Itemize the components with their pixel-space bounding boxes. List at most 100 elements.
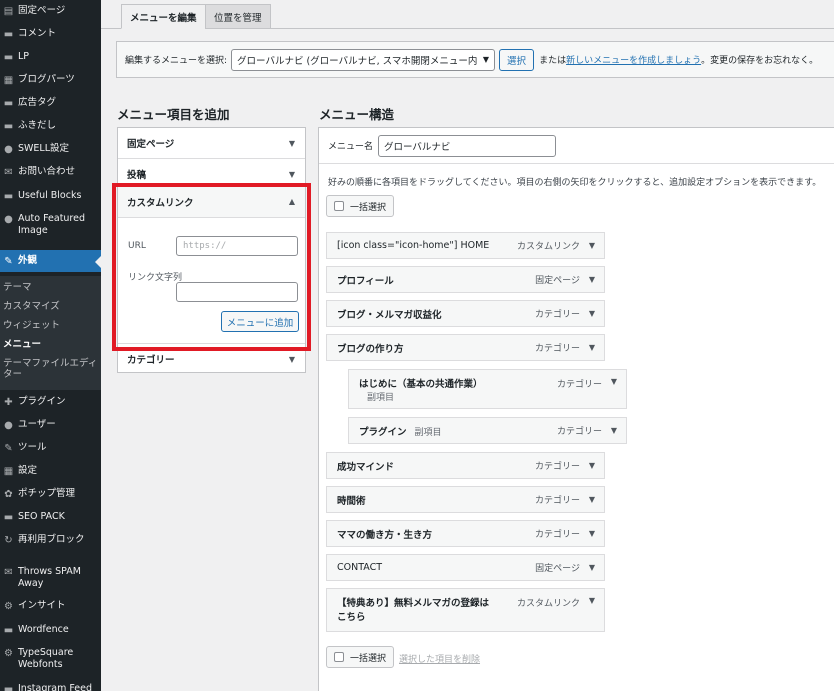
menu-item-type: カテゴリー bbox=[534, 344, 580, 354]
sub-item-label: 副項目 bbox=[367, 393, 395, 403]
sidebar-item-ad-tag[interactable]: ▬ 広告タグ bbox=[0, 97, 101, 109]
settings-icon: ▦ bbox=[3, 465, 14, 477]
menu-select-dropdown[interactable]: グローバルナビ (グローバルナビ, スマホ開閉メニュー内) ▼ bbox=[231, 48, 496, 71]
submenu-item[interactable]: メニュー bbox=[0, 339, 101, 350]
menu-item-title: ブログの作り方 bbox=[337, 343, 404, 355]
chevron-down-icon[interactable]: ▼ bbox=[589, 529, 595, 538]
menu-name-input[interactable]: グローバルナビ bbox=[378, 134, 557, 157]
sidebar-item-label: ポチップ管理 bbox=[18, 488, 76, 499]
chevron-down-icon[interactable]: ▼ bbox=[589, 563, 595, 572]
sidebar-item-contact[interactable]: ✉ お問い合わせ bbox=[0, 166, 101, 178]
select-menu-label: 編集するメニューを選択: bbox=[125, 56, 228, 66]
sidebar-item-label: ふきだし bbox=[18, 120, 57, 131]
checkbox[interactable] bbox=[334, 201, 344, 211]
menu-item[interactable]: ママの働き方・生き方 カテゴリー ▼ bbox=[326, 520, 605, 547]
menu-item-title: [icon class="icon-home"] HOME bbox=[337, 240, 490, 251]
menu-item-title: ママの働き方・生き方 bbox=[337, 529, 433, 541]
sidebar-item-label: 設定 bbox=[18, 465, 38, 476]
add-items-panel: 固定ページ ▼ 投稿 ▼ カスタムリンク ▲ URL https:// リンク文字列 … bbox=[117, 127, 306, 373]
accordion-pages[interactable]: 固定ページ ▼ bbox=[118, 128, 305, 159]
sidebar-item-tools[interactable]: ✎ ツール bbox=[0, 442, 101, 454]
sidebar-item-insight[interactable]: ⚙ インサイト bbox=[0, 600, 101, 612]
chevron-down-icon[interactable]: ▼ bbox=[589, 461, 595, 470]
url-input[interactable]: https:// bbox=[176, 236, 298, 256]
chevron-down-icon: ▼ bbox=[482, 54, 490, 64]
chevron-down-icon[interactable]: ▼ bbox=[589, 343, 595, 352]
link-text-input[interactable] bbox=[176, 282, 298, 302]
menu-item-type: カスタムリンク bbox=[516, 599, 580, 609]
sidebar-item-appearance[interactable]: ✎ 外観 bbox=[0, 250, 101, 272]
menu-item-title: はじめに（基本の共通作業）副項目 bbox=[359, 379, 483, 403]
sidebar-item-blocks[interactable]: ▬ Useful Blocks bbox=[0, 190, 101, 202]
bulk-select-bottom[interactable]: 一括選択 bbox=[326, 646, 395, 668]
sidebar-item-users[interactable]: ● ユーザー bbox=[0, 419, 101, 431]
sidebar-item-wordfence[interactable]: ▬ Wordfence bbox=[0, 624, 101, 636]
menu-item[interactable]: ブログ・メルマガ収益化 カテゴリー ▼ bbox=[326, 300, 605, 327]
chevron-down-icon: ▼ bbox=[288, 138, 295, 148]
sidebar-item-label: Throws SPAM Away bbox=[18, 566, 81, 589]
checkbox[interactable] bbox=[334, 652, 344, 662]
submenu-item[interactable]: ウィジェット bbox=[0, 320, 101, 331]
tab-edit-menus[interactable]: メニューを編集 bbox=[121, 4, 206, 29]
sidebar-item-comments[interactable]: ▬ コメント bbox=[0, 28, 101, 40]
sidebar-item-pages[interactable]: ▤ 固定ページ bbox=[0, 5, 101, 17]
submenu-item[interactable]: カスタマイズ bbox=[0, 301, 101, 312]
appearance-icon: ✎ bbox=[4, 255, 13, 267]
sidebar-item-instagram[interactable]: ▬ Instagram Feed bbox=[0, 683, 101, 691]
admin-sidebar: ▤ 固定ページ ▬ コメント ▬ LP ▦ ブログパーツ ▬ 広告タグ ▬ ふきだし ● SWELL設定 ✉… bbox=[0, 0, 101, 691]
menu-item[interactable]: プロフィール 固定ページ ▼ bbox=[326, 266, 605, 293]
sidebar-item-blog-parts[interactable]: ▦ ブログパーツ bbox=[0, 74, 101, 86]
sub-item-label: 副項目 bbox=[414, 427, 442, 438]
add-to-menu-button[interactable]: メニューに追加 bbox=[221, 311, 299, 332]
create-new-menu-link[interactable]: 新しいメニューを作成しましょう bbox=[566, 53, 701, 66]
menu-item-title: 時間術 bbox=[337, 495, 366, 507]
comments-icon: ▬ bbox=[3, 28, 14, 40]
delete-selected-link[interactable]: 選択した項目を削除 bbox=[399, 652, 480, 665]
sidebar-item-balloon[interactable]: ▬ ふきだし bbox=[0, 120, 101, 132]
submenu-item[interactable]: テーマ bbox=[0, 282, 101, 293]
blog-parts-icon: ▦ bbox=[3, 74, 14, 86]
menu-item[interactable]: 【特典あり】無料メルマガの登録はこちら カスタムリンク ▼ bbox=[326, 588, 605, 632]
sidebar-item-popup[interactable]: ✿ ポチップ管理 bbox=[0, 488, 101, 500]
tools-icon: ✎ bbox=[4, 442, 13, 454]
select-button[interactable]: 選択 bbox=[499, 48, 535, 71]
sidebar-item-plugins[interactable]: ✚ プラグイン bbox=[0, 396, 101, 408]
sidebar-item-label: 固定ページ bbox=[18, 5, 66, 16]
menu-item[interactable]: ブログの作り方 カテゴリー ▼ bbox=[326, 334, 605, 361]
drag-instructions: 好みの順番に各項目をドラッグしてください。項目の右側の矢印をクリックすると、追加… bbox=[328, 178, 822, 188]
sidebar-item-reusable-blocks[interactable]: ↻ 再利用ブロック bbox=[0, 534, 101, 546]
menu-item[interactable]: 成功マインド カテゴリー ▼ bbox=[326, 452, 605, 479]
sidebar-item-swell-settings[interactable]: ● SWELL設定 bbox=[0, 143, 101, 155]
sidebar-item-featured-image[interactable]: ● Auto Featured Image bbox=[0, 213, 101, 237]
chevron-down-icon[interactable]: ▼ bbox=[589, 596, 595, 605]
chevron-down-icon[interactable]: ▼ bbox=[611, 377, 617, 386]
menu-item[interactable]: [icon class="icon-home"] HOME カスタムリンク ▼ bbox=[326, 232, 605, 259]
sidebar-item-label: Useful Blocks bbox=[18, 190, 82, 201]
menu-item[interactable]: プラグイン 副項目 カテゴリー ▼ bbox=[348, 417, 627, 444]
menu-item[interactable]: 時間術 カテゴリー ▼ bbox=[326, 486, 605, 513]
accordion-posts-label: 投稿 bbox=[127, 170, 147, 181]
tab-manage-locations[interactable]: 位置を管理 bbox=[205, 4, 271, 29]
sidebar-item-throws-spam[interactable]: ✉ Throws SPAM Away bbox=[0, 566, 101, 590]
chevron-down-icon: ▼ bbox=[288, 169, 295, 179]
sidebar-item-settings[interactable]: ▦ 設定 bbox=[0, 465, 101, 477]
sidebar-item-seo[interactable]: ▬ SEO PACK bbox=[0, 511, 101, 523]
popup-icon: ✿ bbox=[4, 488, 13, 500]
chevron-down-icon[interactable]: ▼ bbox=[589, 309, 595, 318]
chevron-down-icon[interactable]: ▼ bbox=[589, 241, 595, 250]
chevron-down-icon[interactable]: ▼ bbox=[611, 426, 617, 435]
submenu-item[interactable]: テーマファイルエディター bbox=[0, 358, 101, 380]
sidebar-item-label: 外観 bbox=[18, 255, 38, 266]
accordion-custom-label: カスタムリンク bbox=[127, 197, 194, 209]
chevron-down-icon[interactable]: ▼ bbox=[589, 275, 595, 284]
chevron-down-icon[interactable]: ▼ bbox=[589, 495, 595, 504]
bulk-select-top[interactable]: 一括選択 bbox=[326, 195, 395, 217]
accordion-custom-link[interactable]: カスタムリンク ▲ bbox=[118, 186, 305, 218]
menu-item-type: カスタムリンク bbox=[516, 242, 580, 252]
sidebar-item-typesquare[interactable]: ⚙ TypeSquare Webfonts bbox=[0, 647, 101, 671]
menu-item[interactable]: CONTACT 固定ページ ▼ bbox=[326, 554, 605, 581]
accordion-categories[interactable]: カテゴリー ▼ bbox=[118, 343, 305, 374]
menu-item[interactable]: はじめに（基本の共通作業）副項目 カテゴリー ▼ bbox=[348, 369, 627, 409]
sidebar-item-lp[interactable]: ▬ LP bbox=[0, 51, 101, 63]
main-content: メニューを編集 位置を管理 編集するメニューを選択: グローバルナビ (グローバ… bbox=[101, 0, 834, 691]
